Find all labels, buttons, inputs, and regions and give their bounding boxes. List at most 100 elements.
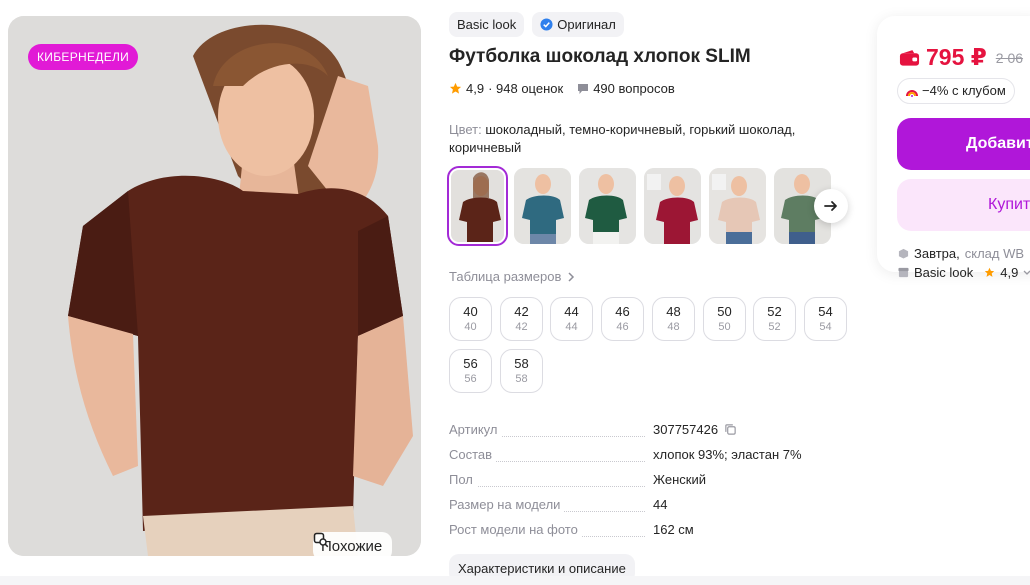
leader-dots [449,486,645,487]
delivery-warehouse: склад WB [964,246,1025,261]
similar-search-icon [313,532,329,548]
add-to-cart-button[interactable]: Добавит [897,118,1030,170]
size-sub: 40 [464,321,477,333]
variant-image [644,168,701,244]
club-discount-badge[interactable]: −4% с клубом [897,78,1015,104]
verified-check-icon [540,18,553,31]
size-main: 44 [564,304,579,319]
buy-card: 795 ₽ 2 06 −4% с клубом Добавит Купит За… [877,16,1030,280]
seller-name: Basic look [914,265,974,280]
size-table-label: Таблица размеров [449,269,562,284]
next-variants-button[interactable] [814,189,848,223]
star-icon [449,82,462,94]
color-variant-chocolate[interactable] [447,166,508,246]
color-variant-raspberry[interactable] [644,168,701,244]
property-row-article: Артикул 307757426 [449,422,849,442]
property-row-composition: Состав хлопок 93%; эластан 7% [449,447,849,467]
chevron-down-icon [1023,270,1030,275]
star-icon [985,267,995,277]
property-key: Артикул [449,422,502,437]
size-sub: 58 [515,373,528,385]
color-variant-beige[interactable] [709,168,766,244]
similar-button[interactable]: Похожие [313,532,393,556]
size-option[interactable]: 40 40 [449,297,492,341]
brand-chip-label: Basic look [457,17,517,32]
price-row: 795 ₽ 2 06 [899,44,1023,71]
old-price: 2 06 [995,49,1024,66]
size-option[interactable]: 50 50 [703,297,746,341]
rating-value: 4,9 [466,81,485,96]
size-main: 54 [818,304,833,319]
size-table-link[interactable]: Таблица размеров [449,269,575,284]
product-main-photo[interactable]: КИБЕРНЕДЕЛИ Похожие [8,16,421,556]
property-key: Размер на модели [449,497,565,512]
property-row-model-height: Рост модели на фото 162 см [449,522,849,542]
color-info: Цвет: шоколадный, темно-коричневый, горь… [449,121,829,157]
property-value: 307757426 [653,422,737,437]
size-option[interactable]: 44 44 [550,297,593,341]
product-title: Футболка шоколад хлопок SLIM [449,46,751,67]
original-chip[interactable]: Оригинал [532,12,624,37]
model-wearing-tshirt-image [8,16,421,556]
size-main: 56 [463,356,478,371]
color-variant-green[interactable] [579,168,636,244]
similar-label: Похожие [321,538,383,555]
store-icon [898,267,909,278]
size-option[interactable]: 54 54 [804,297,847,341]
copy-icon[interactable] [724,423,737,436]
size-main: 46 [615,304,630,319]
size-main: 40 [463,304,478,319]
property-value: 44 [653,497,668,512]
color-label: Цвет: [449,122,482,137]
size-sub: 44 [565,321,578,333]
size-option[interactable]: 52 52 [753,297,796,341]
property-key: Состав [449,447,497,462]
cyber-week-badge: КИБЕРНЕДЕЛИ [28,44,139,70]
variant-image [514,168,571,244]
questions-count[interactable]: 490 вопросов [593,81,675,96]
property-key: Пол [449,472,477,487]
buy-now-button[interactable]: Купит [897,179,1030,231]
size-main: 58 [514,356,529,371]
delivery-day: Завтра, [914,246,960,261]
property-value: 162 см [653,522,694,537]
size-sub: 46 [616,321,629,333]
current-price: 795 ₽ [926,44,987,70]
property-key: Рост модели на фото [449,522,582,537]
reviews-count[interactable]: · 948 оценок [488,81,563,96]
color-value: шоколадный, темно-коричневый, горький шо… [449,122,796,155]
size-option[interactable]: 42 42 [500,297,543,341]
size-sub: 52 [768,321,781,333]
variant-image [709,168,766,244]
size-option[interactable]: 48 48 [652,297,695,341]
brand-chips: Basic look Оригинал [449,12,624,37]
color-variant-teal[interactable] [514,168,571,244]
variant-image [451,170,504,242]
box-icon [898,248,909,259]
size-option[interactable]: 56 56 [449,349,492,393]
size-sub: 50 [718,321,731,333]
arrow-right-icon [824,201,837,211]
size-sub: 54 [819,321,832,333]
seller-rating: 4,9 [1000,265,1019,280]
original-chip-label: Оригинал [557,17,616,32]
brand-chip[interactable]: Basic look [449,12,525,37]
chevron-right-icon [568,271,575,282]
size-main: 52 [767,304,782,319]
size-sub: 48 [667,321,680,333]
club-rainbow-icon [906,90,918,97]
size-sub: 56 [464,373,477,385]
variant-image [579,168,636,244]
delivery-info: Завтра, склад WB [898,246,1024,261]
size-main: 48 [666,304,681,319]
seller-info[interactable]: Basic look 4,9 [898,265,1030,280]
page-bottom-strip [0,576,1030,585]
rating-row[interactable]: 4,9 · 948 оценок 490 вопросов [449,81,675,96]
size-option[interactable]: 46 46 [601,297,644,341]
club-discount-label: −4% с клубом [922,83,1006,98]
size-option[interactable]: 58 58 [500,349,543,393]
size-main: 42 [514,304,529,319]
question-icon [578,83,589,94]
wallet-icon [899,49,920,66]
size-sub: 42 [515,321,528,333]
